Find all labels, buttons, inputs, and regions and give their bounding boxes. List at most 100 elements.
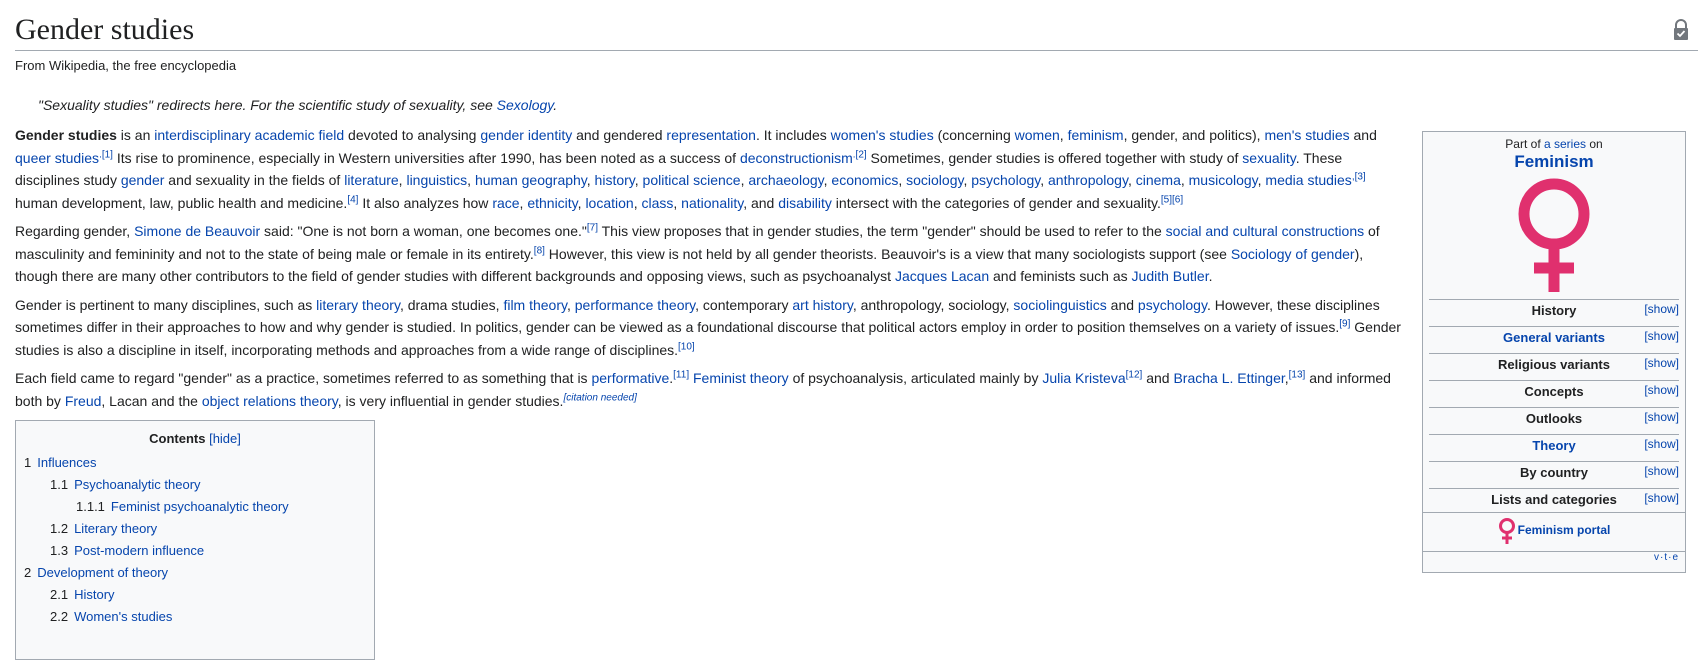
media-studies-link[interactable]: media studies	[1265, 172, 1351, 188]
toc-item[interactable]: 2 Development of theory	[24, 562, 374, 584]
women-link[interactable]: women	[1015, 127, 1060, 143]
feminist-theory-link[interactable]: Feminist theory	[693, 370, 789, 386]
gender-identity-link[interactable]: gender identity	[480, 127, 572, 143]
social-and-cultural-constructions-link[interactable]: social and cultural constructions	[1166, 223, 1364, 239]
reference-link[interactable]: [11]	[673, 369, 689, 380]
psychology-link[interactable]: psychology	[971, 172, 1040, 188]
sociology-link[interactable]: sociology	[906, 172, 963, 188]
reference-link[interactable]: [12]	[1126, 369, 1143, 380]
julia-kristeva-link[interactable]: Julia Kristeva	[1042, 370, 1125, 386]
simone-de-beauvoir-link[interactable]: Simone de Beauvoir	[134, 223, 260, 239]
show-toggle-button[interactable]: [show]	[1644, 325, 1679, 347]
performative-link[interactable]: performative	[591, 370, 669, 386]
reference-link[interactable]: .[1]	[99, 149, 113, 160]
psychology-link[interactable]: psychology	[1138, 297, 1207, 313]
sexology-link[interactable]: Sexology	[497, 97, 554, 113]
representation-link[interactable]: representation	[666, 127, 756, 143]
disability-link[interactable]: disability	[778, 195, 832, 211]
feminism-link[interactable]: feminism	[1068, 127, 1124, 143]
object-relations-theory-link[interactable]: object relations theory	[202, 393, 338, 409]
location-link[interactable]: location	[585, 195, 633, 211]
toc-item[interactable]: 1.1 Psychoanalytic theory	[24, 474, 374, 496]
art-history-link[interactable]: art history	[792, 297, 852, 313]
literary-theory-link[interactable]: literary theory	[316, 297, 400, 313]
reference-link[interactable]: [9]	[1339, 318, 1350, 329]
toc-link-literary-theory[interactable]: Literary theory	[74, 521, 157, 536]
show-toggle-button[interactable]: [show]	[1644, 406, 1679, 428]
reference-link[interactable]: [13]	[1289, 369, 1306, 380]
freud-link[interactable]: Freud	[65, 393, 102, 409]
deconstructionism-link[interactable]: deconstructionism	[740, 150, 853, 166]
linguistics-link[interactable]: linguistics	[406, 172, 467, 188]
show-toggle-button[interactable]: [show]	[1644, 379, 1679, 401]
judith-butler-link[interactable]: Judith Butler	[1132, 268, 1209, 284]
toc-link-feminist-psychoanalytic-theory[interactable]: Feminist psychoanalytic theory	[111, 499, 289, 514]
women-s-studies-link[interactable]: women's studies	[831, 127, 934, 143]
political-science-link[interactable]: political science	[643, 172, 741, 188]
queer-studies-link[interactable]: queer studies	[15, 150, 99, 166]
reference-superscript: [10]	[678, 341, 695, 352]
bracha-l-ettinger-link[interactable]: Bracha L. Ettinger	[1173, 370, 1284, 386]
toc-link-women-s-studies[interactable]: Women's studies	[74, 609, 172, 624]
economics-link[interactable]: economics	[831, 172, 898, 188]
toc-item[interactable]: 2.2 Women's studies	[24, 606, 374, 628]
text-run: ,	[673, 194, 682, 211]
toc-link-development-of-theory[interactable]: Development of theory	[37, 565, 168, 580]
race-link[interactable]: race	[492, 195, 519, 211]
class-link[interactable]: class	[641, 195, 673, 211]
reference-link[interactable]: .[2]	[853, 149, 867, 160]
vte-links[interactable]: v·t·e	[1654, 552, 1679, 563]
reference-link[interactable]: [8]	[534, 245, 545, 256]
reference-superscript: .[2]	[853, 149, 867, 160]
film-theory-link[interactable]: film theory	[503, 297, 567, 313]
reference-link[interactable]: [7]	[587, 222, 598, 233]
history-link[interactable]: history	[595, 172, 635, 188]
feminism-sidebar: Part of a series on Feminism History [sho…	[1422, 131, 1686, 573]
show-toggle-button[interactable]: [show]	[1644, 298, 1679, 320]
series-link[interactable]: a series	[1544, 137, 1586, 151]
cinema-link[interactable]: cinema	[1136, 172, 1181, 188]
feminism-portal-link[interactable]: Feminism portal	[1518, 523, 1611, 537]
sexuality-link[interactable]: sexuality	[1242, 150, 1295, 166]
show-toggle-button[interactable]: [show]	[1644, 487, 1679, 509]
portal-row: Feminism portal	[1423, 512, 1685, 552]
men-s-studies-link[interactable]: men's studies	[1264, 127, 1349, 143]
performance-theory-link[interactable]: performance theory	[575, 297, 695, 313]
toc-item[interactable]: 2.1 History	[24, 584, 374, 606]
sidebar-title-link[interactable]: Feminism	[1514, 152, 1593, 171]
toc-item[interactable]: 1.1.1 Feminist psychoanalytic theory	[24, 496, 374, 518]
ethnicity-link[interactable]: ethnicity	[527, 195, 577, 211]
sociolinguistics-link[interactable]: sociolinguistics	[1013, 297, 1106, 313]
show-toggle-button[interactable]: [show]	[1644, 433, 1679, 455]
toc-link-influences[interactable]: Influences	[37, 455, 96, 470]
reference-link[interactable]: [10]	[678, 341, 695, 352]
sociology-of-gender-link[interactable]: Sociology of gender	[1231, 246, 1355, 262]
show-toggle-button[interactable]: [show]	[1644, 460, 1679, 482]
venus-symbol-icon[interactable]	[1509, 176, 1599, 294]
sidebar-row-label[interactable]: General variants	[1503, 330, 1605, 345]
toc-item[interactable]: 1.2 Literary theory	[24, 518, 374, 540]
feminism-portal-icon[interactable]	[1498, 517, 1516, 545]
toc-item[interactable]: 1 Influences	[24, 452, 374, 474]
show-toggle-button[interactable]: [show]	[1644, 352, 1679, 374]
reference-link[interactable]: [4]	[347, 194, 358, 205]
citation-needed-link[interactable]: [citation needed]	[563, 392, 636, 403]
jacques-lacan-link[interactable]: Jacques Lacan	[895, 268, 989, 284]
sidebar-row-label[interactable]: Theory	[1532, 438, 1575, 453]
toc-link-psychoanalytic-theory[interactable]: Psychoanalytic theory	[74, 477, 200, 492]
reference-link[interactable]: ,[3]	[1352, 171, 1366, 182]
gender-link[interactable]: gender	[121, 172, 165, 188]
musicology-link[interactable]: musicology	[1189, 172, 1258, 188]
reference-link[interactable]: [5][6]	[1161, 194, 1183, 205]
toc-link-history[interactable]: History	[74, 587, 114, 602]
literature-link[interactable]: literature	[344, 172, 398, 188]
interdisciplinary-academic-field-link[interactable]: interdisciplinary academic field	[154, 127, 344, 143]
anthropology-link[interactable]: anthropology	[1048, 172, 1128, 188]
nationality-link[interactable]: nationality	[681, 195, 743, 211]
human-geography-link[interactable]: human geography	[475, 172, 587, 188]
toc-link-post-modern-influence[interactable]: Post-modern influence	[74, 543, 204, 558]
lock-icon[interactable]	[1672, 19, 1690, 41]
toc-item[interactable]: 1.3 Post-modern influence	[24, 540, 374, 562]
toc-hide-button[interactable]: [hide]	[209, 431, 241, 446]
archaeology-link[interactable]: archaeology	[748, 172, 823, 188]
